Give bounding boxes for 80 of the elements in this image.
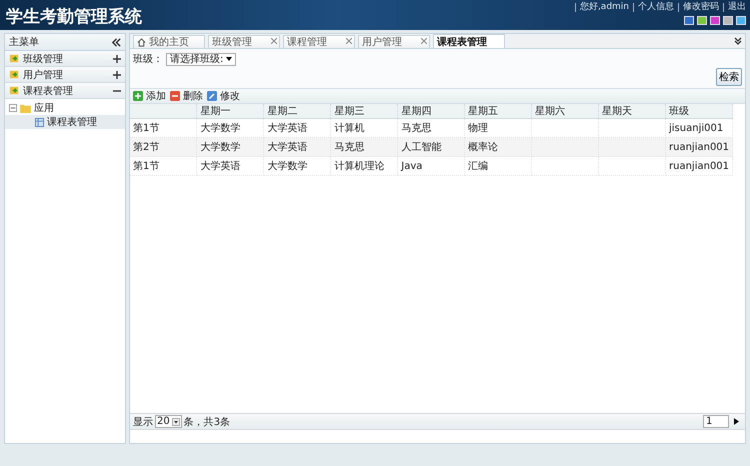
folder-icon bbox=[20, 104, 31, 112]
app-title: 学生考勤管理系统 bbox=[5, 6, 143, 29]
theme-swatch[interactable] bbox=[684, 16, 694, 25]
table-cell: 大学英语 bbox=[267, 123, 308, 134]
theme-swatch[interactable] bbox=[736, 16, 746, 25]
table-cell: Java bbox=[401, 160, 422, 172]
toolbar-button[interactable]: 删除 bbox=[170, 89, 203, 103]
tab[interactable]: 我的主页 bbox=[133, 35, 205, 48]
theme-swatch[interactable] bbox=[710, 16, 720, 25]
collapse-icon[interactable] bbox=[112, 38, 121, 46]
search-button[interactable]: 检索 bbox=[716, 68, 742, 86]
tree-node[interactable]: 应用 bbox=[5, 101, 125, 115]
tab[interactable]: 课程管理 bbox=[283, 35, 355, 48]
grid-icon bbox=[35, 118, 44, 126]
table-cell: 大学英语 bbox=[200, 161, 240, 172]
table-cell: 人工智能 bbox=[401, 142, 442, 153]
table-cell: jisuanji001 bbox=[669, 122, 724, 134]
header-link[interactable]: 个人信息 bbox=[633, 3, 674, 12]
record-summary: 条，共3条 bbox=[184, 416, 230, 428]
toolbar-button[interactable]: 修改 bbox=[207, 89, 240, 103]
theme-swatch[interactable] bbox=[697, 16, 707, 25]
play-arrow-icon bbox=[734, 418, 738, 425]
pencil-square-icon bbox=[207, 91, 217, 101]
table-cell: ruanjian001 bbox=[669, 160, 730, 172]
page-size-label: 显示 bbox=[133, 416, 153, 428]
column-header: 星期五 bbox=[468, 106, 498, 117]
class-select[interactable]: 请选择班级: bbox=[166, 52, 236, 66]
folder-arrow-icon bbox=[9, 69, 20, 80]
dropdown-arrow-icon bbox=[172, 418, 180, 426]
tree-item[interactable]: 课程表管理 bbox=[5, 115, 125, 129]
collapse-box-icon bbox=[9, 104, 17, 112]
close-icon[interactable] bbox=[421, 38, 427, 44]
sidebar-title: 主菜单 bbox=[9, 36, 39, 49]
table-cell: 第1节 bbox=[133, 123, 160, 134]
tab[interactable]: 课程表管理 bbox=[433, 34, 505, 48]
column-header: 班级 bbox=[669, 106, 689, 117]
column-header: 星期天 bbox=[602, 106, 632, 117]
folder-arrow-icon bbox=[9, 53, 20, 64]
table-cell: 物理 bbox=[468, 123, 488, 134]
chevron-down-icon[interactable] bbox=[734, 37, 742, 45]
plus-square-icon bbox=[133, 91, 143, 101]
header-link[interactable]: 您好,admin bbox=[574, 3, 629, 12]
close-icon[interactable] bbox=[271, 38, 277, 44]
table-cell: 马克思 bbox=[334, 142, 364, 153]
column-header: 星期六 bbox=[535, 106, 566, 117]
page-size-select[interactable]: 20 bbox=[155, 415, 182, 428]
column-header: 星期四 bbox=[401, 106, 432, 117]
plus-icon bbox=[113, 54, 121, 62]
page-input[interactable]: 1 bbox=[703, 415, 729, 428]
table-cell: 概率论 bbox=[468, 142, 498, 153]
table-cell: 计算机 bbox=[334, 123, 364, 134]
toolbar-button[interactable]: 添加 bbox=[133, 89, 166, 103]
table-cell: 大学数学 bbox=[200, 142, 240, 153]
tab[interactable]: 用户管理 bbox=[358, 35, 430, 48]
table-cell: 马克思 bbox=[401, 123, 432, 134]
table-cell: 第2节 bbox=[133, 142, 160, 153]
theme-swatch[interactable] bbox=[723, 16, 733, 25]
table-cell: 汇编 bbox=[468, 161, 488, 172]
table-cell: ruanjian001 bbox=[669, 142, 730, 152]
folder-arrow-icon bbox=[9, 85, 20, 96]
column-header: 星期二 bbox=[267, 106, 298, 117]
column-header: 星期三 bbox=[334, 106, 364, 117]
header-link[interactable]: 修改密码 bbox=[678, 3, 719, 12]
filter-label: 班级： bbox=[133, 52, 163, 66]
tab[interactable]: 班级管理 bbox=[208, 35, 280, 48]
table-cell: 大学数学 bbox=[200, 123, 240, 134]
accordion-header[interactable]: 班级管理 bbox=[5, 51, 125, 67]
plus-icon bbox=[113, 70, 121, 78]
minus-square-icon bbox=[170, 91, 180, 101]
table-cell: 计算机理论 bbox=[334, 161, 384, 172]
table-cell: 大学英语 bbox=[267, 142, 308, 153]
home-icon bbox=[137, 38, 146, 46]
table-cell: 第1节 bbox=[133, 161, 160, 172]
accordion-header[interactable]: 课程表管理 bbox=[5, 83, 125, 99]
column-header: 星期一 bbox=[200, 106, 230, 117]
dropdown-arrow-icon bbox=[226, 57, 232, 61]
header-link[interactable]: 退出 bbox=[723, 3, 746, 12]
accordion-header[interactable]: 用户管理 bbox=[5, 67, 125, 83]
close-icon[interactable] bbox=[346, 38, 352, 44]
table-cell: 大学数学 bbox=[267, 161, 308, 172]
